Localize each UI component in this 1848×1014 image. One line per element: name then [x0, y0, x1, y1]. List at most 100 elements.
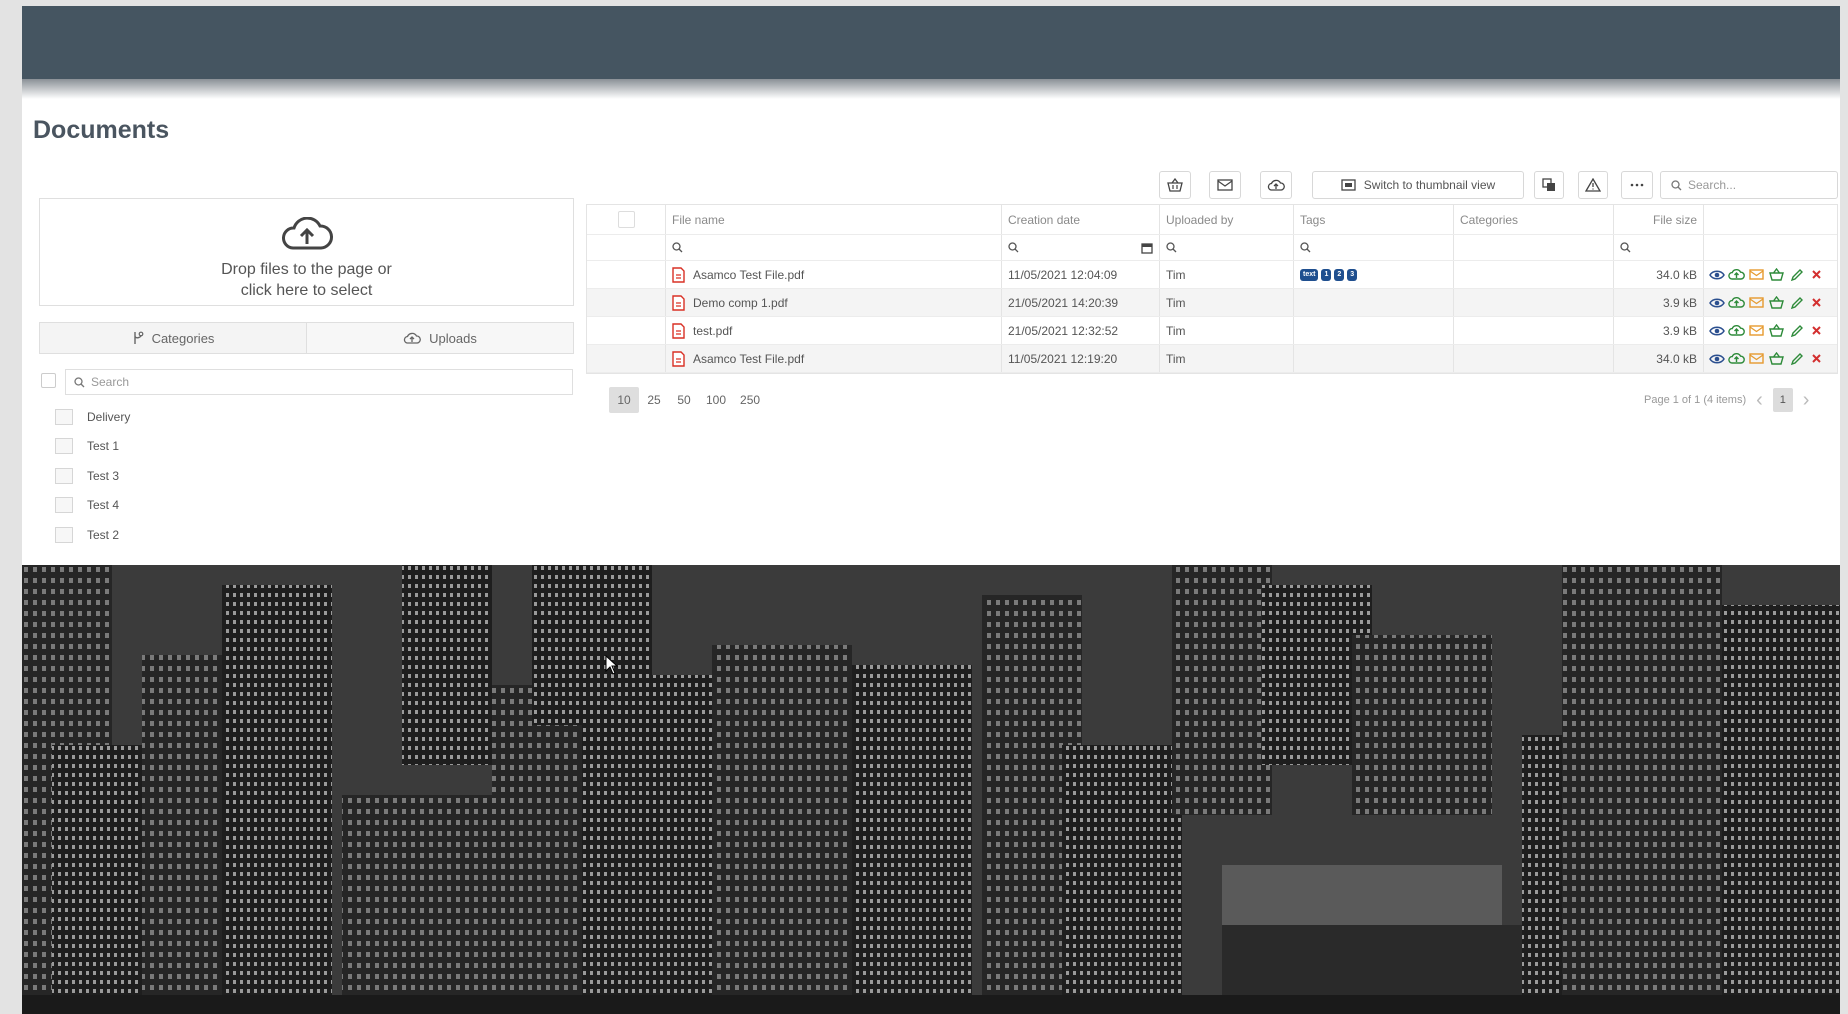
- page-size-25[interactable]: 25: [639, 387, 669, 413]
- column-header-file-name[interactable]: File name: [665, 205, 1001, 234]
- row-select-cell[interactable]: [587, 261, 665, 288]
- eye-icon[interactable]: [1708, 266, 1725, 283]
- column-header-uploaded-by[interactable]: Uploaded by: [1159, 205, 1293, 234]
- category-label: Test 4: [87, 498, 120, 513]
- file-name-cell[interactable]: Asamco Test File.pdf: [665, 345, 1001, 372]
- city-skyline-background-image: [22, 565, 1840, 1014]
- left-panel-tabs: Categories Uploads: [39, 322, 574, 354]
- category-item-test-4[interactable]: Test 4: [55, 491, 130, 521]
- delete-icon[interactable]: [1808, 266, 1825, 283]
- category-checkbox[interactable]: [55, 408, 73, 425]
- filter-uploaded-by-input[interactable]: [1159, 235, 1293, 260]
- search-icon: [1166, 242, 1177, 253]
- file-name-text: test.pdf: [693, 323, 733, 338]
- mail-icon[interactable]: [1748, 266, 1765, 283]
- filter-categories-cell: [1453, 235, 1613, 260]
- delete-icon[interactable]: [1808, 322, 1825, 339]
- cloud-upload-icon[interactable]: [1728, 350, 1745, 367]
- page-size-selector: 10 25 50 100 250: [609, 387, 767, 413]
- row-select-cell[interactable]: [587, 317, 665, 344]
- switch-thumbnail-view-button[interactable]: Switch to thumbnail view: [1312, 171, 1524, 199]
- mail-icon[interactable]: [1748, 350, 1765, 367]
- table-row[interactable]: Asamco Test File.pdf 11/05/2021 12:19:20 T…: [587, 345, 1837, 373]
- pencil-icon[interactable]: [1788, 322, 1805, 339]
- search-icon: [1008, 242, 1019, 253]
- app-frame: Documents Drop files to the page or clic…: [22, 6, 1840, 1014]
- categories-select-all-checkbox[interactable]: [41, 373, 56, 388]
- category-item-test-2[interactable]: Test 2: [55, 520, 130, 550]
- pencil-icon[interactable]: [1788, 350, 1805, 367]
- table-row[interactable]: Demo comp 1.pdf 21/05/2021 14:20:39 Tim 3.9…: [587, 289, 1837, 317]
- filter-file-size-input[interactable]: [1613, 235, 1703, 260]
- column-header-file-size[interactable]: File size: [1613, 205, 1703, 234]
- pdf-file-icon: [672, 350, 693, 367]
- filter-tags-input[interactable]: [1293, 235, 1453, 260]
- filter-file-name-input[interactable]: [665, 235, 1001, 260]
- basket-icon[interactable]: [1768, 322, 1785, 339]
- category-item-test-3[interactable]: Test 3: [55, 461, 130, 491]
- row-actions-cell: [1703, 317, 1839, 344]
- chevron-left-icon[interactable]: ‹: [1756, 389, 1763, 412]
- category-item-test-1[interactable]: Test 1: [55, 432, 130, 462]
- pencil-icon[interactable]: [1788, 294, 1805, 311]
- page-size-50[interactable]: 50: [669, 387, 699, 413]
- eye-icon[interactable]: [1708, 294, 1725, 311]
- tab-categories[interactable]: Categories: [40, 323, 306, 353]
- row-select-cell[interactable]: [587, 345, 665, 372]
- column-header-categories[interactable]: Categories: [1453, 205, 1613, 234]
- page-number-button[interactable]: 1: [1772, 388, 1793, 412]
- column-header-creation-date[interactable]: Creation date: [1001, 205, 1159, 234]
- file-name-cell[interactable]: Demo comp 1.pdf: [665, 289, 1001, 316]
- cloud-upload-icon[interactable]: [1728, 322, 1745, 339]
- category-checkbox[interactable]: [55, 497, 73, 514]
- page-size-100[interactable]: 100: [699, 387, 733, 413]
- toolbar-more-button[interactable]: [1621, 171, 1653, 199]
- grid-search-input[interactable]: Search...: [1660, 171, 1838, 199]
- select-all-checkbox[interactable]: [617, 211, 635, 228]
- category-checkbox[interactable]: [55, 467, 73, 484]
- category-list: Delivery Test 1 Test 3 Test 4 Test 2: [55, 402, 130, 550]
- basket-icon[interactable]: [1768, 266, 1785, 283]
- tags-cell: [1293, 289, 1453, 316]
- categories-cell: [1453, 345, 1613, 372]
- calendar-icon[interactable]: [1141, 242, 1153, 254]
- cloud-upload-icon[interactable]: [1728, 294, 1745, 311]
- category-checkbox[interactable]: [55, 438, 73, 455]
- page-size-250[interactable]: 250: [733, 387, 767, 413]
- toolbar-basket-button[interactable]: [1159, 171, 1191, 199]
- toolbar-warning-button[interactable]: [1578, 171, 1608, 199]
- toolbar-upload-button[interactable]: [1260, 171, 1292, 199]
- table-row[interactable]: test.pdf 21/05/2021 12:32:52 Tim 3.9 kB: [587, 317, 1837, 345]
- category-item-delivery[interactable]: Delivery: [55, 402, 130, 432]
- row-select-cell[interactable]: [587, 289, 665, 316]
- tags-cell: text 1 2 3: [1293, 261, 1453, 288]
- image-icon: [1341, 179, 1356, 191]
- eye-icon[interactable]: [1708, 350, 1725, 367]
- page-size-10[interactable]: 10: [609, 387, 639, 413]
- delete-icon[interactable]: [1808, 294, 1825, 311]
- category-checkbox[interactable]: [55, 526, 73, 543]
- mail-icon[interactable]: [1748, 294, 1765, 311]
- tags-cell: [1293, 345, 1453, 372]
- eye-icon[interactable]: [1708, 322, 1725, 339]
- file-name-cell[interactable]: test.pdf: [665, 317, 1001, 344]
- basket-icon: [1167, 178, 1183, 192]
- search-icon: [1300, 242, 1311, 253]
- delete-icon[interactable]: [1808, 350, 1825, 367]
- mail-icon[interactable]: [1748, 322, 1765, 339]
- column-header-tags[interactable]: Tags: [1293, 205, 1453, 234]
- toolbar-mail-button[interactable]: [1209, 171, 1241, 199]
- categories-search-input[interactable]: Search: [65, 369, 573, 395]
- filter-creation-date-input[interactable]: [1001, 235, 1159, 260]
- categories-cell: [1453, 317, 1613, 344]
- basket-icon[interactable]: [1768, 350, 1785, 367]
- table-row[interactable]: Asamco Test File.pdf 11/05/2021 12:04:09 T…: [587, 261, 1837, 289]
- toolbar-copy-button[interactable]: [1534, 171, 1564, 199]
- tab-uploads[interactable]: Uploads: [306, 323, 573, 353]
- pencil-icon[interactable]: [1788, 266, 1805, 283]
- file-name-cell[interactable]: Asamco Test File.pdf: [665, 261, 1001, 288]
- cloud-upload-icon[interactable]: [1728, 266, 1745, 283]
- chevron-right-icon[interactable]: ›: [1803, 389, 1810, 412]
- basket-icon[interactable]: [1768, 294, 1785, 311]
- file-dropzone[interactable]: Drop files to the page or click here to …: [39, 198, 574, 306]
